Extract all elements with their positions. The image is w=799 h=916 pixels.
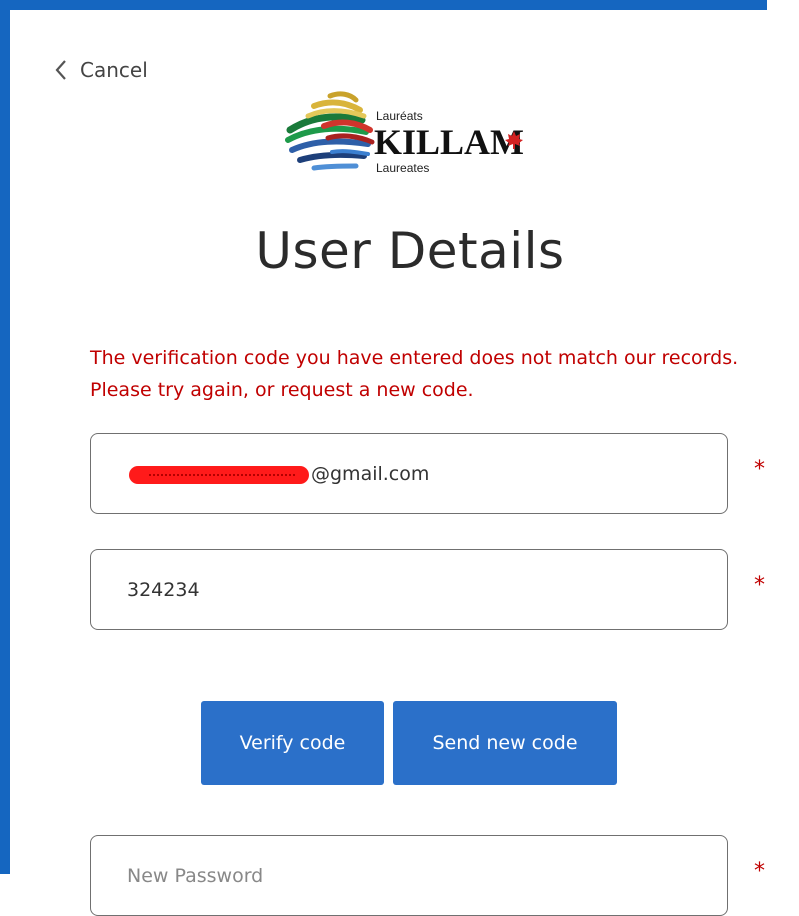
killam-logo: Lauréats KILLAM Laureates [284, 86, 546, 182]
window-left-border [0, 0, 10, 874]
verification-code-input[interactable] [127, 550, 687, 629]
new-password-input[interactable] [127, 836, 687, 915]
email-required-marker: * [754, 457, 765, 482]
logo-emblem [285, 91, 375, 171]
redaction-mark [129, 466, 309, 484]
page-title: User Details [255, 222, 565, 280]
email-field[interactable]: @gmail.com [90, 433, 728, 514]
new-password-field[interactable] [90, 835, 728, 916]
verify-code-button[interactable]: Verify code [201, 701, 384, 785]
logo-main-text: KILLAM [374, 122, 524, 162]
window-top-border [0, 0, 767, 10]
chevron-left-icon [54, 59, 68, 81]
cancel-label: Cancel [80, 58, 148, 82]
email-value: @gmail.com [311, 462, 430, 485]
logo-bottom-text: Laureates [376, 161, 429, 175]
send-new-code-button[interactable]: Send new code [393, 701, 617, 785]
error-message: The verification code you have entered d… [90, 347, 739, 401]
cancel-link[interactable]: Cancel [54, 56, 148, 84]
code-required-marker: * [754, 573, 765, 598]
password-required-marker: * [754, 859, 765, 884]
verification-code-field[interactable] [90, 549, 728, 630]
logo-top-text: Lauréats [376, 109, 423, 123]
